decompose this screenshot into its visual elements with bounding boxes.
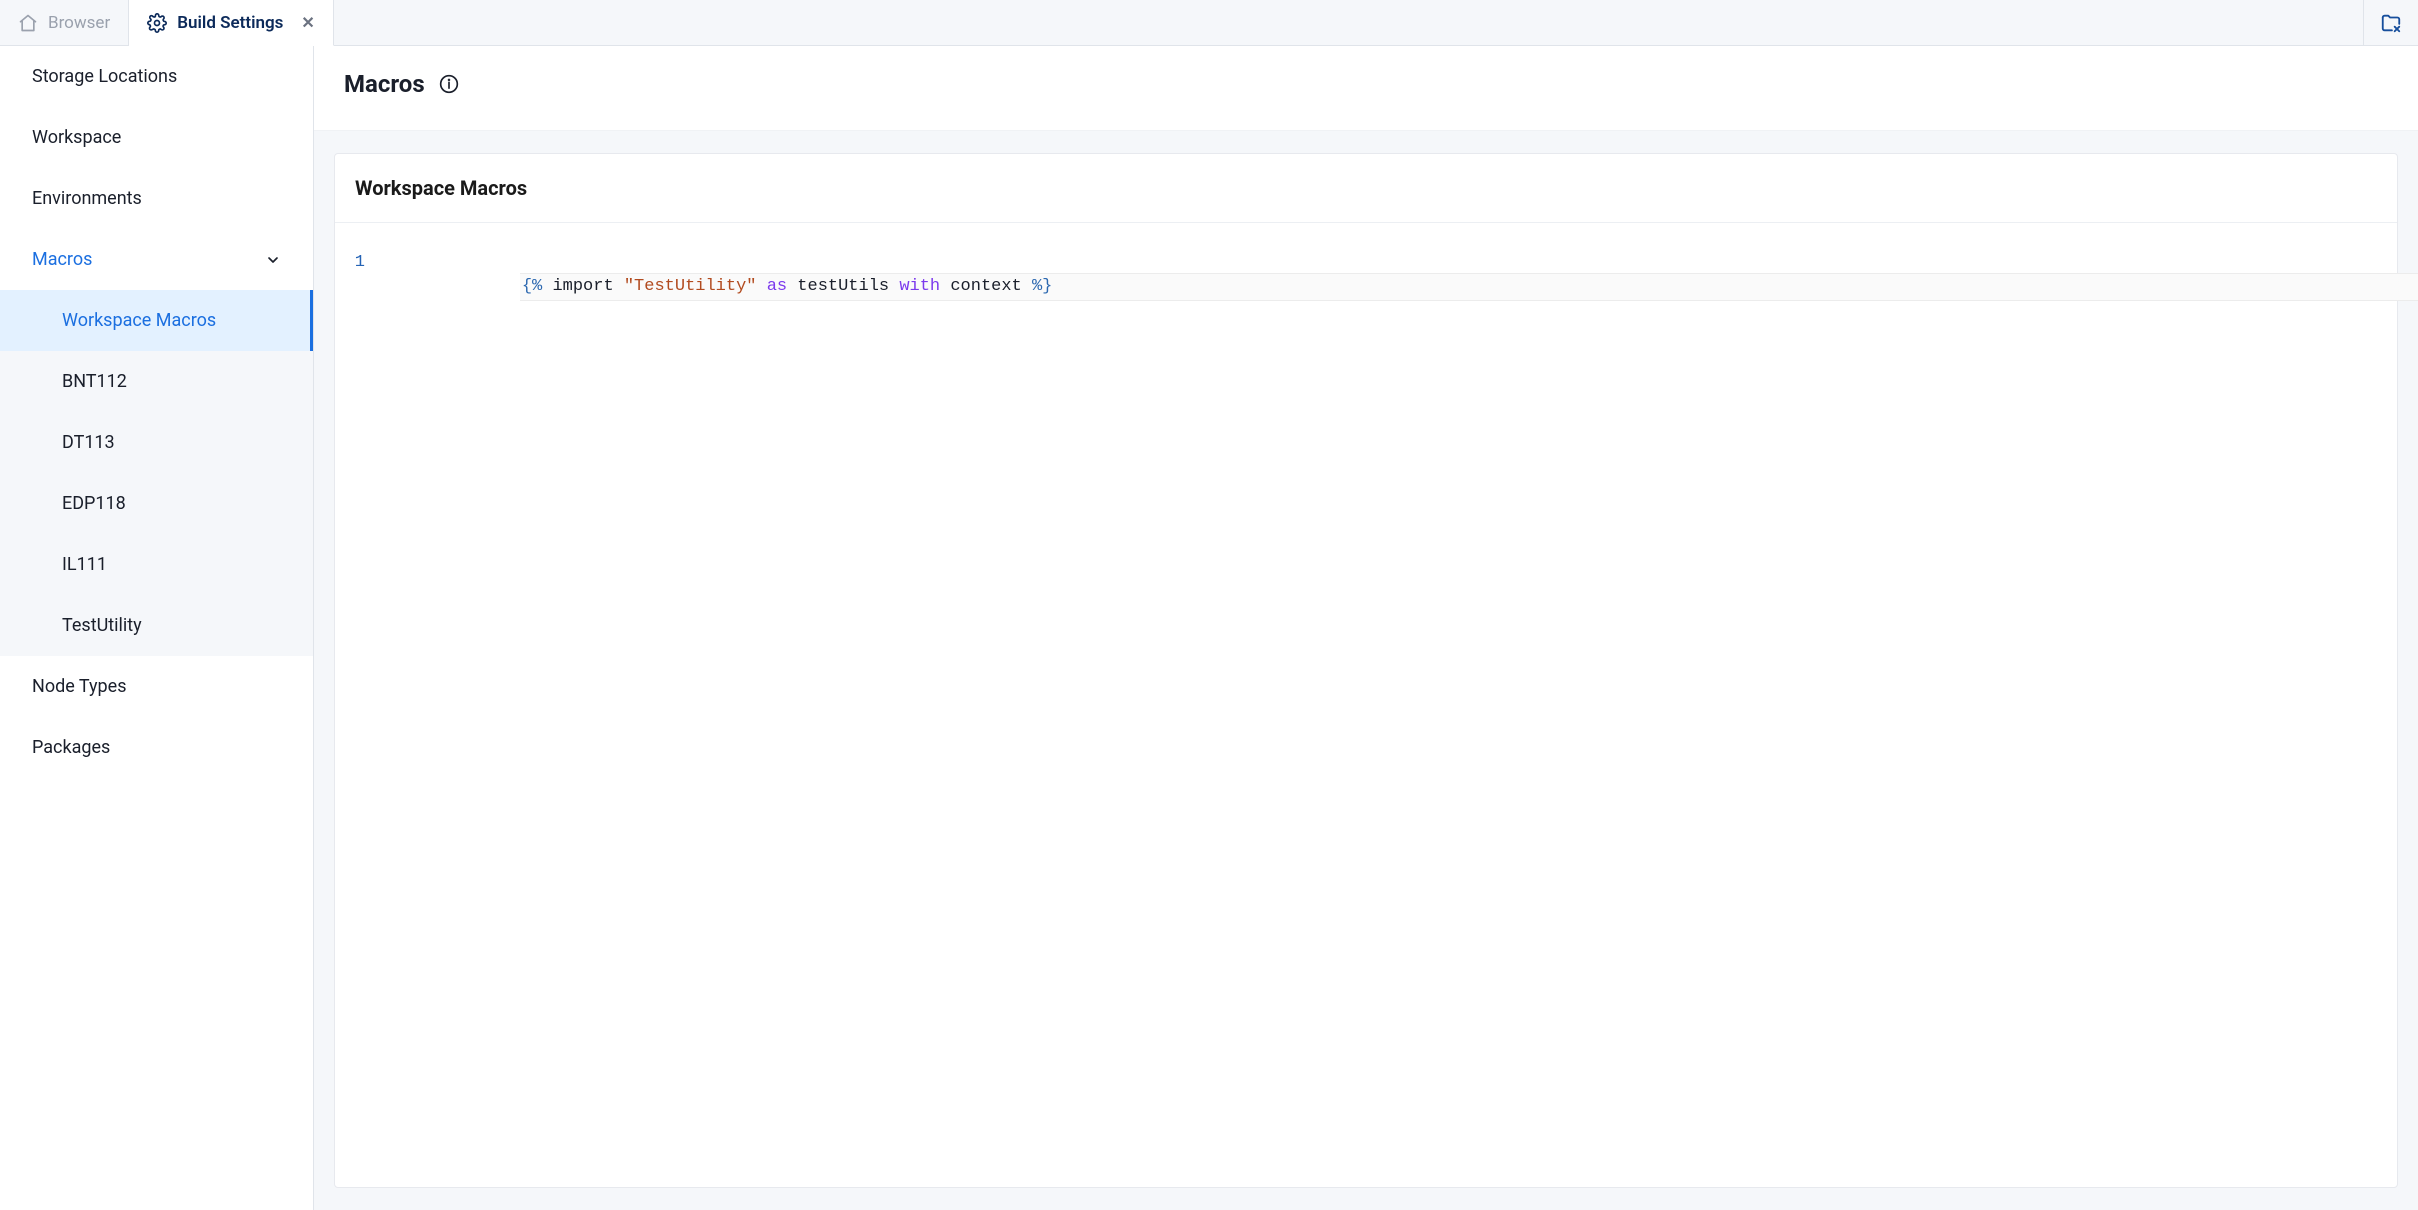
- close-all-tabs-button[interactable]: [2363, 0, 2418, 45]
- sidebar-subitem-workspace-macros[interactable]: Workspace Macros: [0, 290, 313, 351]
- token-string: "TestUtility": [624, 277, 757, 296]
- sidebar-subitem-il111[interactable]: IL111: [0, 534, 313, 595]
- sidebar-item-label: Environments: [32, 188, 142, 209]
- sidebar-item-environments[interactable]: Environments: [0, 168, 313, 229]
- token-delimiter: {%: [522, 277, 542, 296]
- sidebar-item-packages[interactable]: Packages: [0, 717, 313, 778]
- sidebar-item-label: Node Types: [32, 676, 126, 697]
- sidebar-item-label: BNT112: [62, 371, 127, 392]
- sidebar-item-label: IL111: [62, 554, 107, 575]
- tab-browser-label: Browser: [48, 13, 110, 33]
- sidebar: Storage Locations Workspace Environments…: [0, 46, 314, 1210]
- sidebar-item-macros[interactable]: Macros: [0, 229, 313, 290]
- token-identifier: testUtils: [797, 277, 889, 296]
- token-identifier: context: [950, 277, 1021, 296]
- token-delimiter: %}: [1032, 277, 1052, 296]
- sidebar-item-label: Macros: [32, 249, 92, 270]
- sidebar-item-label: Workspace Macros: [62, 310, 216, 331]
- tab-build-settings[interactable]: Build Settings ✕: [129, 0, 334, 46]
- code-editor[interactable]: 1 {% import "TestUtility" as testUtils w…: [335, 223, 2397, 1187]
- sidebar-item-label: DT113: [62, 432, 115, 453]
- editor-code-area[interactable]: {% import "TestUtility" as testUtils wit…: [373, 223, 2397, 1187]
- main-content: Macros Workspace Macros 1 {% import "Tes…: [314, 46, 2418, 1210]
- line-number: 1: [335, 253, 365, 272]
- sidebar-subitem-edp118[interactable]: EDP118: [0, 473, 313, 534]
- workspace-macros-panel: Workspace Macros 1 {% import "TestUtilit…: [334, 153, 2398, 1188]
- code-line: {% import "TestUtility" as testUtils wit…: [520, 273, 2418, 301]
- chevron-up-icon: [265, 252, 281, 268]
- sidebar-item-label: TestUtility: [62, 615, 142, 636]
- info-icon[interactable]: [439, 74, 459, 94]
- token-keyword: with: [899, 277, 940, 296]
- sidebar-subitem-bnt112[interactable]: BNT112: [0, 351, 313, 412]
- tab-build-settings-label: Build Settings: [177, 13, 283, 33]
- token-keyword: import: [552, 277, 613, 296]
- sidebar-item-node-types[interactable]: Node Types: [0, 656, 313, 717]
- sidebar-item-label: EDP118: [62, 493, 126, 514]
- panel-title: Workspace Macros: [335, 154, 2397, 223]
- sidebar-item-workspace[interactable]: Workspace: [0, 107, 313, 168]
- token-keyword: as: [767, 277, 787, 296]
- sidebar-item-label: Packages: [32, 737, 110, 758]
- folder-x-icon: [2380, 12, 2402, 34]
- gear-icon: [147, 13, 167, 33]
- sidebar-item-storage-locations[interactable]: Storage Locations: [0, 46, 313, 107]
- page-title: Macros: [344, 70, 425, 98]
- sidebar-subitem-testutility[interactable]: TestUtility: [0, 595, 313, 656]
- sidebar-item-label: Storage Locations: [32, 66, 177, 87]
- tab-browser[interactable]: Browser: [0, 0, 129, 45]
- editor-gutter: 1: [335, 223, 373, 1187]
- home-icon: [18, 13, 38, 33]
- sidebar-item-label: Workspace: [32, 127, 121, 148]
- tab-strip: Browser Build Settings ✕: [0, 0, 2418, 46]
- sidebar-subitem-dt113[interactable]: DT113: [0, 412, 313, 473]
- close-icon[interactable]: ✕: [301, 15, 314, 31]
